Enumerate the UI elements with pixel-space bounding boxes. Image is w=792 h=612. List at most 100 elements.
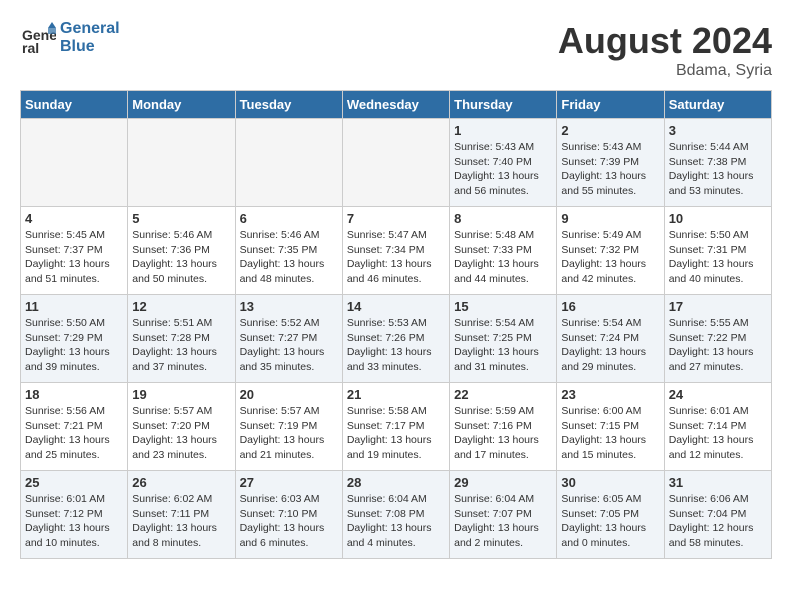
day-number: 2 xyxy=(561,123,659,138)
calendar-cell: 10 Sunrise: 5:50 AM Sunset: 7:31 PM Dayli… xyxy=(664,207,771,295)
day-info: Sunrise: 6:04 AM Sunset: 7:07 PM Dayligh… xyxy=(454,492,552,551)
day-number: 25 xyxy=(25,475,123,490)
weekday-header-sunday: Sunday xyxy=(21,91,128,119)
calendar-cell: 22 Sunrise: 5:59 AM Sunset: 7:16 PM Dayli… xyxy=(450,383,557,471)
weekday-header-wednesday: Wednesday xyxy=(342,91,449,119)
calendar-cell: 20 Sunrise: 5:57 AM Sunset: 7:19 PM Dayli… xyxy=(235,383,342,471)
logo-icon: Gene ral xyxy=(20,20,56,56)
calendar-cell: 17 Sunrise: 5:55 AM Sunset: 7:22 PM Dayli… xyxy=(664,295,771,383)
calendar-cell: 29 Sunrise: 6:04 AM Sunset: 7:07 PM Dayli… xyxy=(450,471,557,559)
day-number: 16 xyxy=(561,299,659,314)
calendar-cell: 26 Sunrise: 6:02 AM Sunset: 7:11 PM Dayli… xyxy=(128,471,235,559)
day-number: 17 xyxy=(669,299,767,314)
logo-line2: Blue xyxy=(60,38,120,56)
weekday-header-tuesday: Tuesday xyxy=(235,91,342,119)
day-number: 20 xyxy=(240,387,338,402)
day-info: Sunrise: 5:45 AM Sunset: 7:37 PM Dayligh… xyxy=(25,228,123,287)
day-info: Sunrise: 5:50 AM Sunset: 7:31 PM Dayligh… xyxy=(669,228,767,287)
day-number: 27 xyxy=(240,475,338,490)
calendar-cell: 4 Sunrise: 5:45 AM Sunset: 7:37 PM Daylig… xyxy=(21,207,128,295)
calendar-cell xyxy=(342,119,449,207)
calendar-cell: 28 Sunrise: 6:04 AM Sunset: 7:08 PM Dayli… xyxy=(342,471,449,559)
day-number: 9 xyxy=(561,211,659,226)
month-year: August 2024 xyxy=(558,20,772,62)
day-info: Sunrise: 5:49 AM Sunset: 7:32 PM Dayligh… xyxy=(561,228,659,287)
day-info: Sunrise: 6:03 AM Sunset: 7:10 PM Dayligh… xyxy=(240,492,338,551)
calendar-cell: 30Sunrise: 6:05 AM Sunset: 7:05 PM Dayli… xyxy=(557,471,664,559)
calendar-cell: 16 Sunrise: 5:54 AM Sunset: 7:24 PM Dayli… xyxy=(557,295,664,383)
weekday-header-friday: Friday xyxy=(557,91,664,119)
logo-line1: General xyxy=(60,20,120,38)
calendar-cell: 13 Sunrise: 5:52 AM Sunset: 7:27 PM Dayli… xyxy=(235,295,342,383)
day-number: 6 xyxy=(240,211,338,226)
weekday-header-saturday: Saturday xyxy=(664,91,771,119)
day-number: 4 xyxy=(25,211,123,226)
day-info: Sunrise: 5:57 AM Sunset: 7:19 PM Dayligh… xyxy=(240,404,338,463)
calendar-week-2: 4 Sunrise: 5:45 AM Sunset: 7:37 PM Daylig… xyxy=(21,207,772,295)
day-info: Sunrise: 6:02 AM Sunset: 7:11 PM Dayligh… xyxy=(132,492,230,551)
calendar-cell: 25 Sunrise: 6:01 AM Sunset: 7:12 PM Dayli… xyxy=(21,471,128,559)
calendar-cell: 31 Sunrise: 6:06 AM Sunset: 7:04 PM Dayli… xyxy=(664,471,771,559)
day-info: Sunrise: 6:04 AM Sunset: 7:08 PM Dayligh… xyxy=(347,492,445,551)
calendar-cell: 11 Sunrise: 5:50 AM Sunset: 7:29 PM Dayli… xyxy=(21,295,128,383)
svg-text:ral: ral xyxy=(22,40,39,56)
calendar-week-1: 1Sunrise: 5:43 AM Sunset: 7:40 PM Daylig… xyxy=(21,119,772,207)
day-number: 12 xyxy=(132,299,230,314)
day-info: Sunrise: 5:54 AM Sunset: 7:25 PM Dayligh… xyxy=(454,316,552,375)
day-number: 11 xyxy=(25,299,123,314)
day-number: 21 xyxy=(347,387,445,402)
day-info: Sunrise: 5:59 AM Sunset: 7:16 PM Dayligh… xyxy=(454,404,552,463)
calendar-cell: 14Sunrise: 5:53 AM Sunset: 7:26 PM Dayli… xyxy=(342,295,449,383)
day-number: 26 xyxy=(132,475,230,490)
day-number: 30 xyxy=(561,475,659,490)
day-number: 10 xyxy=(669,211,767,226)
day-info: Sunrise: 5:43 AM Sunset: 7:39 PM Dayligh… xyxy=(561,140,659,199)
day-info: Sunrise: 5:53 AM Sunset: 7:26 PM Dayligh… xyxy=(347,316,445,375)
day-info: Sunrise: 5:46 AM Sunset: 7:35 PM Dayligh… xyxy=(240,228,338,287)
day-number: 7 xyxy=(347,211,445,226)
day-number: 28 xyxy=(347,475,445,490)
weekday-header-thursday: Thursday xyxy=(450,91,557,119)
calendar-cell: 27 Sunrise: 6:03 AM Sunset: 7:10 PM Dayli… xyxy=(235,471,342,559)
day-info: Sunrise: 6:01 AM Sunset: 7:12 PM Dayligh… xyxy=(25,492,123,551)
calendar-cell: 21 Sunrise: 5:58 AM Sunset: 7:17 PM Dayli… xyxy=(342,383,449,471)
calendar-week-4: 18 Sunrise: 5:56 AM Sunset: 7:21 PM Dayli… xyxy=(21,383,772,471)
day-info: Sunrise: 5:52 AM Sunset: 7:27 PM Dayligh… xyxy=(240,316,338,375)
calendar-cell: 24 Sunrise: 6:01 AM Sunset: 7:14 PM Dayli… xyxy=(664,383,771,471)
calendar-cell: 7 Sunrise: 5:47 AM Sunset: 7:34 PM Daylig… xyxy=(342,207,449,295)
day-number: 3 xyxy=(669,123,767,138)
day-number: 22 xyxy=(454,387,552,402)
day-number: 24 xyxy=(669,387,767,402)
day-number: 13 xyxy=(240,299,338,314)
day-info: Sunrise: 5:56 AM Sunset: 7:21 PM Dayligh… xyxy=(25,404,123,463)
day-number: 31 xyxy=(669,475,767,490)
location: Bdama, Syria xyxy=(558,62,772,80)
day-info: Sunrise: 5:55 AM Sunset: 7:22 PM Dayligh… xyxy=(669,316,767,375)
day-info: Sunrise: 5:54 AM Sunset: 7:24 PM Dayligh… xyxy=(561,316,659,375)
calendar-cell: 2 Sunrise: 5:43 AM Sunset: 7:39 PM Daylig… xyxy=(557,119,664,207)
calendar-cell: 3 Sunrise: 5:44 AM Sunset: 7:38 PM Daylig… xyxy=(664,119,771,207)
day-info: Sunrise: 5:47 AM Sunset: 7:34 PM Dayligh… xyxy=(347,228,445,287)
day-number: 19 xyxy=(132,387,230,402)
day-info: Sunrise: 5:57 AM Sunset: 7:20 PM Dayligh… xyxy=(132,404,230,463)
day-info: Sunrise: 6:01 AM Sunset: 7:14 PM Dayligh… xyxy=(669,404,767,463)
day-number: 18 xyxy=(25,387,123,402)
day-info: Sunrise: 5:51 AM Sunset: 7:28 PM Dayligh… xyxy=(132,316,230,375)
day-info: Sunrise: 5:58 AM Sunset: 7:17 PM Dayligh… xyxy=(347,404,445,463)
weekday-header-monday: Monday xyxy=(128,91,235,119)
day-info: Sunrise: 5:43 AM Sunset: 7:40 PM Dayligh… xyxy=(454,140,552,199)
day-info: Sunrise: 6:06 AM Sunset: 7:04 PM Dayligh… xyxy=(669,492,767,551)
calendar-week-5: 25 Sunrise: 6:01 AM Sunset: 7:12 PM Dayli… xyxy=(21,471,772,559)
calendar-cell: 8 Sunrise: 5:48 AM Sunset: 7:33 PM Daylig… xyxy=(450,207,557,295)
day-info: Sunrise: 5:50 AM Sunset: 7:29 PM Dayligh… xyxy=(25,316,123,375)
calendar-cell: 15 Sunrise: 5:54 AM Sunset: 7:25 PM Dayli… xyxy=(450,295,557,383)
calendar-cell xyxy=(235,119,342,207)
calendar-cell xyxy=(21,119,128,207)
day-number: 15 xyxy=(454,299,552,314)
calendar-cell: 9 Sunrise: 5:49 AM Sunset: 7:32 PM Daylig… xyxy=(557,207,664,295)
day-info: Sunrise: 5:44 AM Sunset: 7:38 PM Dayligh… xyxy=(669,140,767,199)
day-number: 8 xyxy=(454,211,552,226)
day-number: 23 xyxy=(561,387,659,402)
day-number: 29 xyxy=(454,475,552,490)
day-info: Sunrise: 5:48 AM Sunset: 7:33 PM Dayligh… xyxy=(454,228,552,287)
